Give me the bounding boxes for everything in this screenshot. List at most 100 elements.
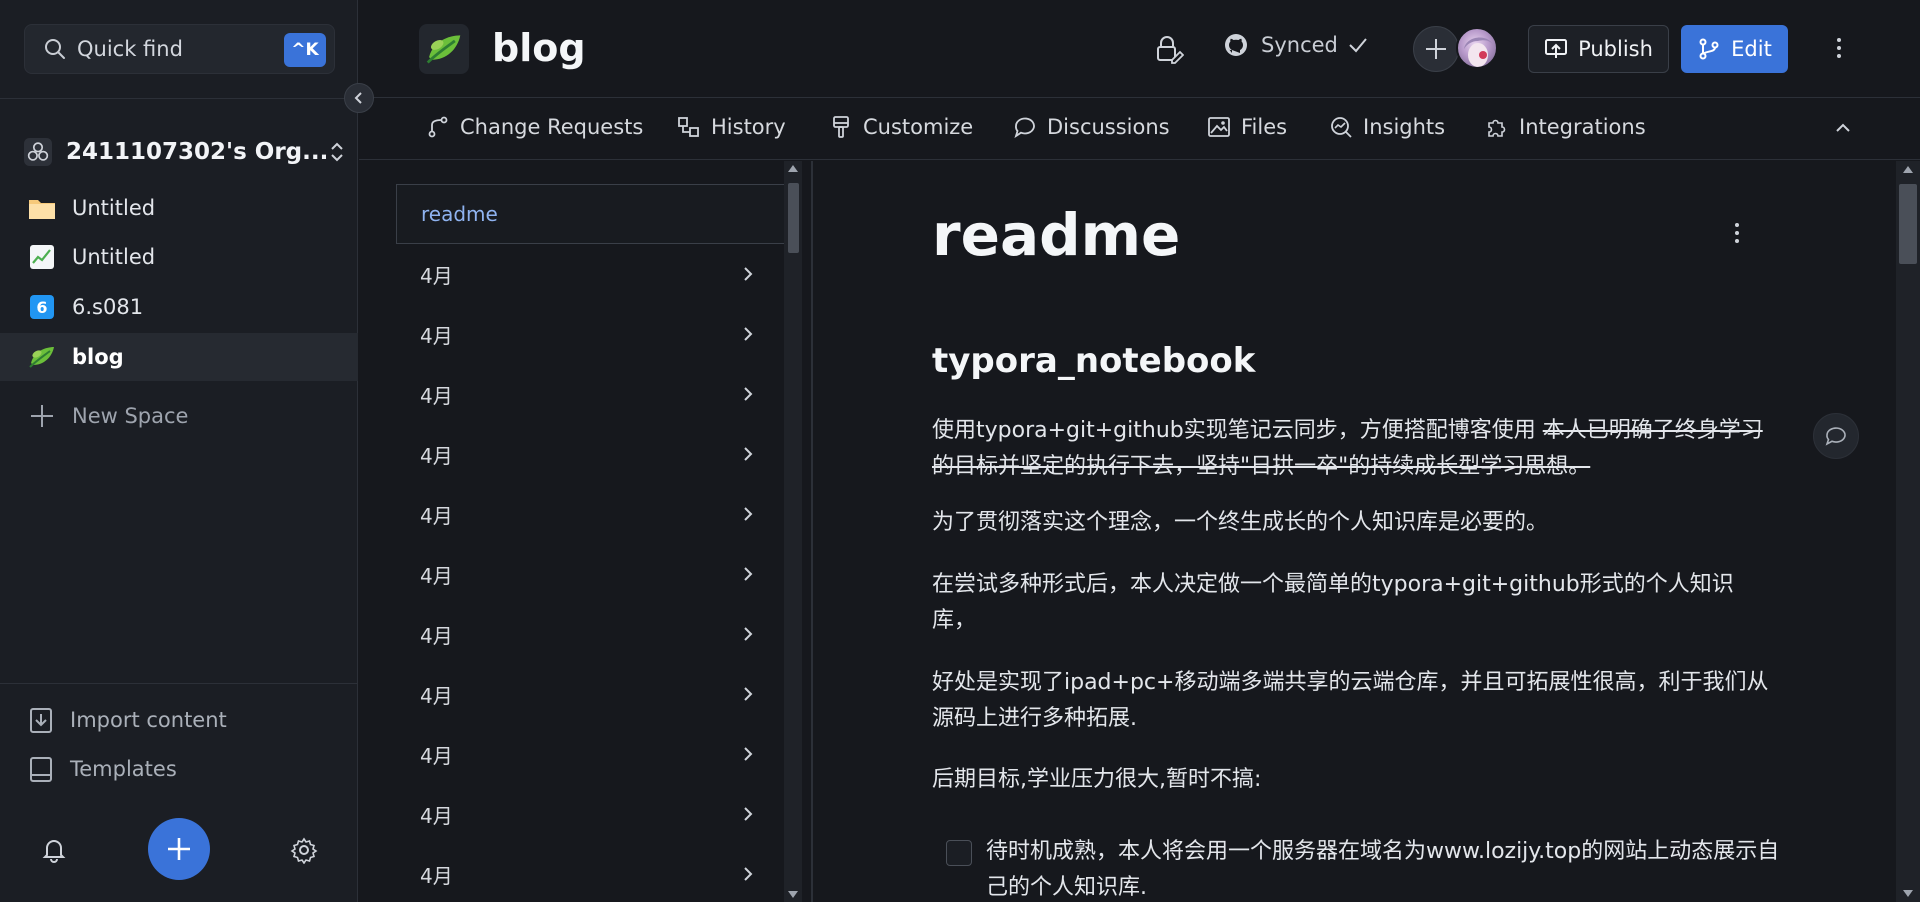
tree-item[interactable]: 4月	[396, 364, 784, 424]
tree-scrollbar[interactable]	[784, 161, 802, 902]
tab-label: History	[711, 115, 786, 139]
tree-item-label: readme	[421, 202, 498, 226]
tree-item[interactable]: 4月	[396, 484, 784, 544]
edit-label: Edit	[1731, 37, 1772, 61]
branch-icon	[1697, 37, 1721, 61]
more-vertical-icon[interactable]	[1732, 221, 1742, 245]
plus-icon	[164, 834, 194, 864]
sidebar: Quick find ^K 2411107302's Org... Untitl…	[0, 0, 358, 902]
document: readme typora_notebook 使用typora+git+gith…	[813, 161, 1895, 902]
lock-edit-icon[interactable]	[1152, 33, 1184, 65]
document-scrollbar-thumb[interactable]	[1899, 184, 1917, 264]
tab-insights[interactable]: Insights	[1329, 115, 1445, 139]
image-icon	[1207, 115, 1231, 139]
chevron-up-icon[interactable]	[1834, 121, 1852, 135]
synced-label: Synced	[1261, 33, 1338, 57]
task-checkbox[interactable]	[946, 840, 972, 866]
chevron-right-icon	[742, 506, 754, 522]
chevron-updown-icon	[328, 141, 346, 163]
top-header: blog Synced Publish Edit	[359, 0, 1920, 98]
space-item-untitled-chart[interactable]: Untitled	[0, 233, 358, 281]
tab-label: Integrations	[1519, 115, 1646, 139]
chat-bubble-icon	[1013, 115, 1037, 139]
tree-scrollbar-thumb[interactable]	[788, 183, 799, 253]
insights-icon	[1329, 115, 1353, 139]
change-request-icon	[426, 115, 450, 139]
section-heading: typora_notebook	[932, 341, 1256, 381]
document-scrollbar[interactable]	[1896, 161, 1920, 902]
tab-customize[interactable]: Customize	[829, 115, 973, 139]
quick-find-label: Quick find	[77, 37, 183, 61]
tab-label: Files	[1241, 115, 1288, 139]
tree-item-label: 4月	[420, 263, 453, 288]
tree-item-label: 4月	[420, 683, 453, 708]
tree-item[interactable]: 4月	[396, 544, 784, 604]
chevron-left-icon	[352, 91, 366, 105]
collapse-sidebar-button[interactable]	[344, 83, 374, 113]
space-label: Untitled	[72, 196, 156, 220]
bell-icon[interactable]	[40, 836, 68, 864]
tab-change-requests[interactable]: Change Requests	[426, 115, 643, 139]
tree-item-label: 4月	[420, 323, 453, 348]
folder-icon	[28, 194, 56, 222]
tab-label: Insights	[1363, 115, 1446, 139]
sync-status[interactable]: Synced	[1223, 32, 1368, 58]
tree-item[interactable]: 4月	[396, 664, 784, 724]
import-label: Import content	[70, 708, 227, 732]
space-item-blog[interactable]: blog	[0, 333, 358, 381]
divider	[0, 98, 358, 99]
space-label: Untitled	[72, 245, 156, 269]
number-6-icon: 6	[28, 293, 56, 321]
history-icon	[677, 115, 701, 139]
space-label: blog	[72, 345, 124, 369]
template-icon	[28, 755, 54, 783]
search-icon	[43, 37, 67, 61]
org-name: 2411107302's Org...	[66, 139, 329, 165]
new-space-button[interactable]: New Space	[28, 402, 188, 430]
tree-item-label: 4月	[420, 743, 453, 768]
chevron-right-icon	[742, 806, 754, 822]
tab-label: Discussions	[1047, 115, 1170, 139]
paragraph: 为了贯彻落实这个理念，一个终生成长的个人知识库是必要的。	[932, 510, 1549, 535]
tree-item[interactable]: 4月	[396, 844, 784, 902]
space-item-6s081[interactable]: 6 6.s081	[0, 283, 358, 331]
tree-item[interactable]: 4月	[396, 244, 784, 304]
org-switcher[interactable]: 2411107302's Org...	[24, 134, 344, 170]
paragraph: 使用typora+git+github实现笔记云同步，方便搭配博客使用 本人已明…	[932, 413, 1772, 485]
tree-item[interactable]: 4月	[396, 424, 784, 484]
tab-history[interactable]: History	[677, 115, 786, 139]
tab-discussions[interactable]: Discussions	[1013, 115, 1170, 139]
create-button[interactable]	[148, 818, 210, 880]
tab-integrations[interactable]: Integrations	[1485, 115, 1646, 139]
add-member-button[interactable]	[1413, 26, 1459, 72]
chevron-right-icon	[742, 566, 754, 582]
edit-button[interactable]: Edit	[1681, 25, 1788, 73]
gear-icon[interactable]	[290, 836, 318, 864]
publish-button[interactable]: Publish	[1528, 25, 1669, 73]
tree-item[interactable]: 4月	[396, 784, 784, 844]
tree-item-readme[interactable]: readme	[396, 184, 784, 244]
space-item-untitled-folder[interactable]: Untitled	[0, 184, 358, 232]
tab-files[interactable]: Files	[1207, 115, 1287, 139]
templates-button[interactable]: Templates	[28, 755, 177, 783]
plus-icon	[1424, 37, 1448, 61]
quick-find-button[interactable]: Quick find ^K	[24, 24, 335, 74]
publish-label: Publish	[1578, 37, 1653, 61]
tree-item[interactable]: 4月	[396, 304, 784, 364]
more-vertical-icon[interactable]	[1834, 36, 1844, 60]
divider	[0, 683, 358, 684]
plus-icon	[28, 402, 56, 430]
paragraph: 后期目标,学业压力很大,暂时不搞:	[932, 767, 1262, 792]
import-content-button[interactable]: Import content	[28, 706, 227, 734]
chevron-right-icon	[742, 326, 754, 342]
comment-button[interactable]	[1813, 413, 1859, 459]
tree-item[interactable]: 4月	[396, 604, 784, 664]
publish-icon	[1544, 37, 1568, 61]
chevron-right-icon	[742, 626, 754, 642]
import-icon	[28, 706, 54, 734]
page-title: readme	[932, 201, 1181, 269]
tree-item[interactable]: 4月	[396, 724, 784, 784]
brush-icon	[829, 115, 853, 139]
shortcut-badge: ^K	[284, 33, 326, 67]
avatar[interactable]	[1456, 27, 1498, 69]
